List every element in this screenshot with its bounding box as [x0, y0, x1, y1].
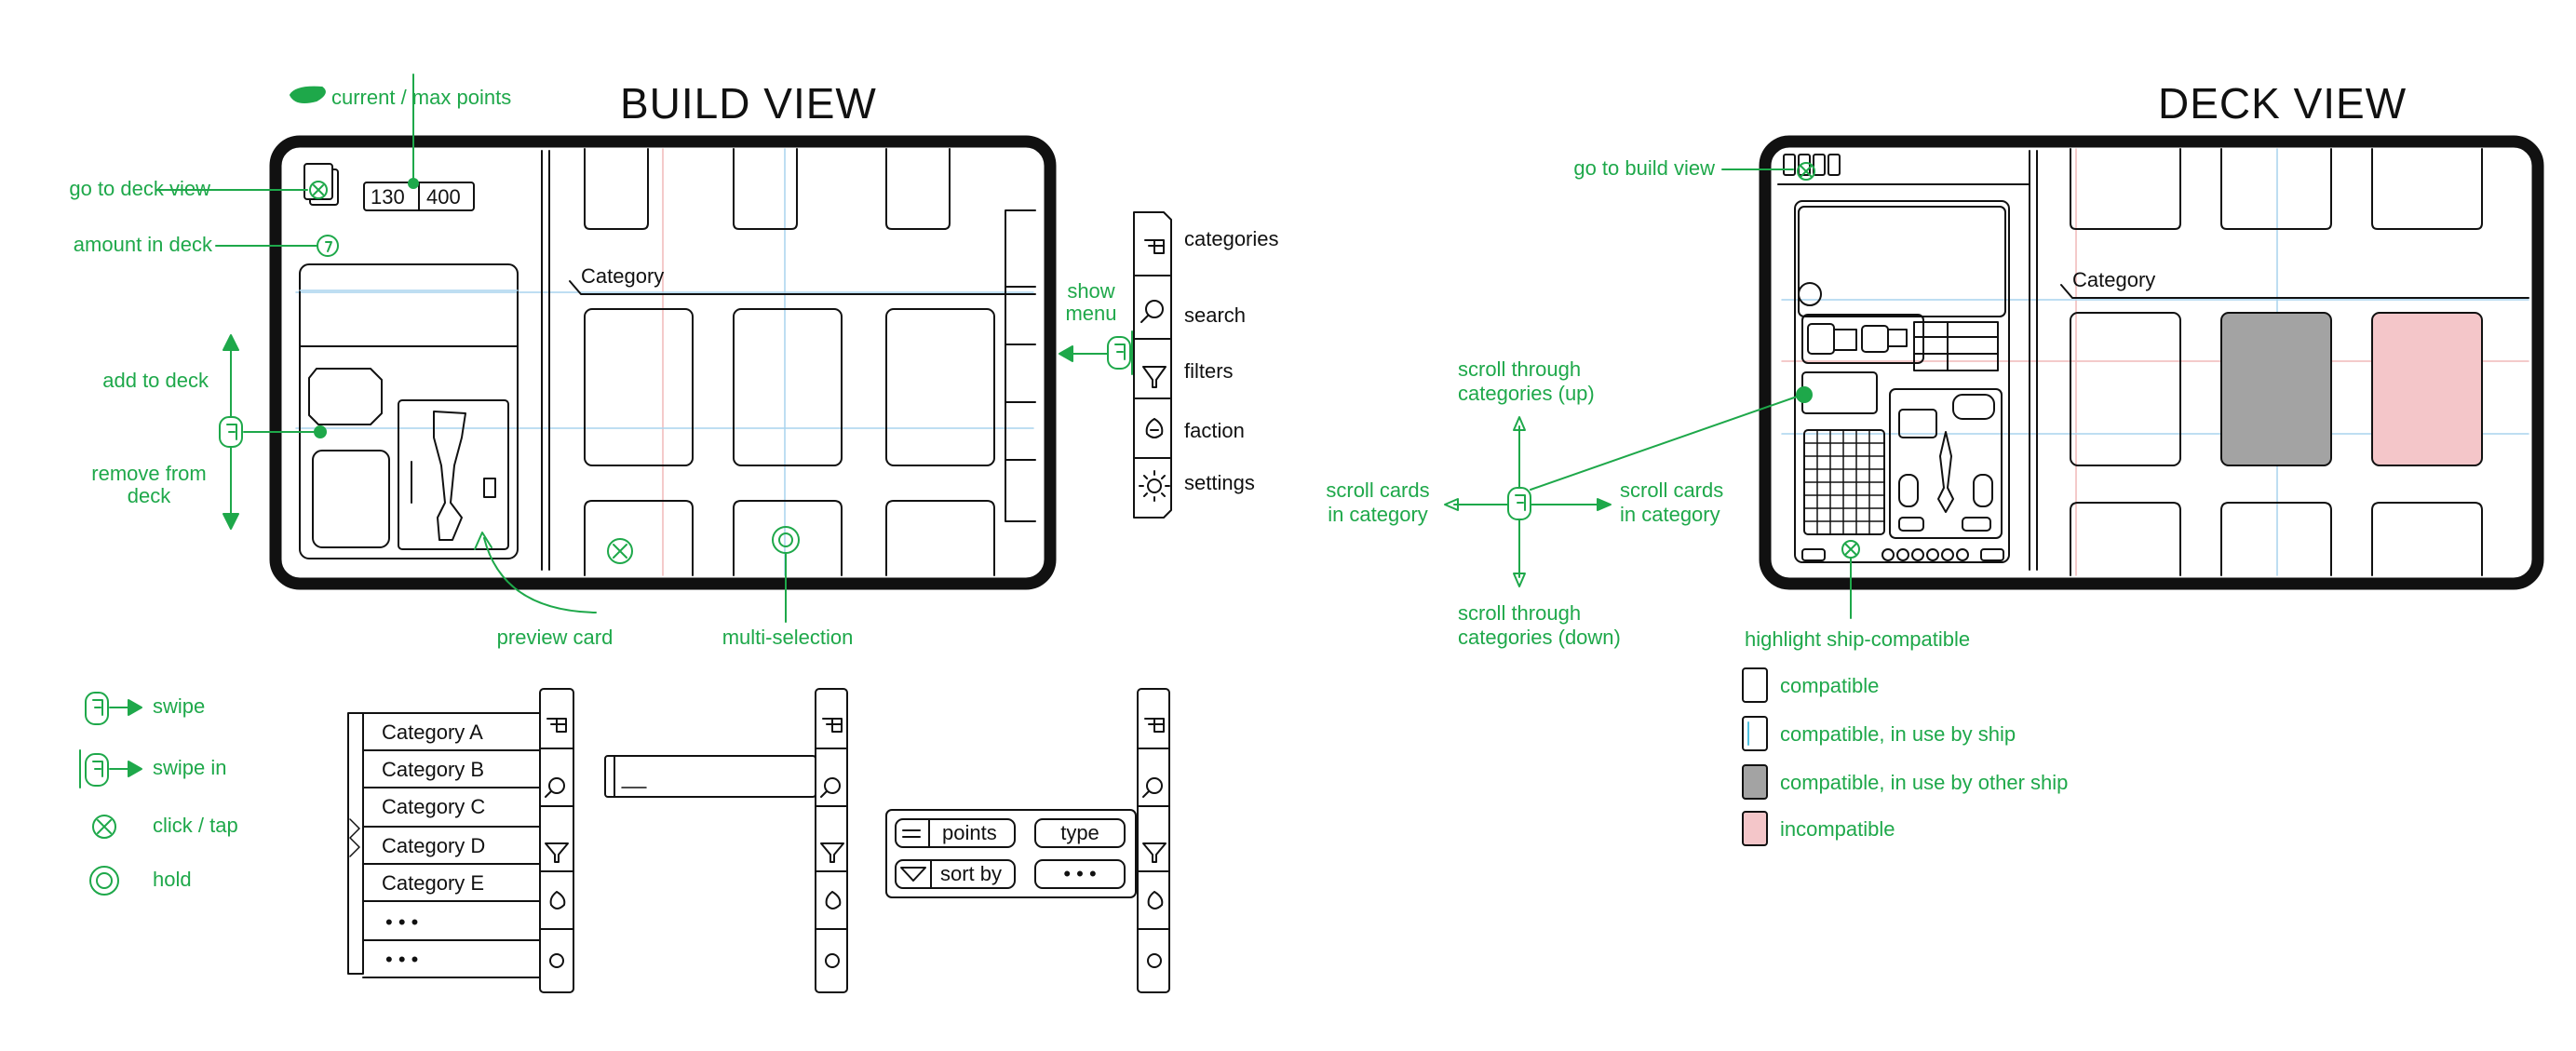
- go-to-build-view-label: go to build view: [1573, 156, 1715, 180]
- current-max-points-label: current / max points: [331, 86, 512, 109]
- search-state-sketch: [604, 688, 848, 993]
- category-list-item: Category A: [382, 721, 483, 744]
- deck-view-title: DECK VIEW: [2158, 79, 2407, 128]
- build-category-label: Category: [581, 264, 665, 288]
- remove-from-deck-label-2: deck: [127, 484, 171, 507]
- filter-more-label: • • •: [1063, 862, 1097, 885]
- compat-swatches: [1742, 667, 1768, 846]
- remove-from-deck-label-1: remove from: [91, 462, 207, 485]
- show-menu-label-1: show: [1067, 279, 1115, 303]
- multi-selection-label: multi-selection: [722, 626, 854, 649]
- category-list-item: Category C: [382, 795, 486, 818]
- scroll-left-label-1: scroll cards: [1326, 478, 1430, 502]
- scroll-left-label-2: in category: [1328, 503, 1428, 526]
- deck-view-device: [1759, 135, 2544, 590]
- category-list-item: Category B: [382, 758, 485, 781]
- legend-swipe: swipe: [153, 694, 206, 718]
- build-annotation-lines: [155, 74, 1133, 623]
- menu-item-categories: categories: [1184, 227, 1279, 250]
- build-menu-bar: [1133, 211, 1172, 519]
- filter-state-sketch: [885, 688, 1170, 993]
- scroll-right-label-1: scroll cards: [1620, 478, 1724, 502]
- go-to-deck-view-label: go to deck view: [69, 177, 210, 200]
- preview-card-label: preview card: [496, 626, 614, 649]
- scroll-down-label-2: categories (down): [1458, 626, 1621, 649]
- deck-category-label: Category: [2072, 268, 2156, 291]
- scroll-up-label-2: categories (up): [1458, 382, 1595, 405]
- filter-sort-by-label: sort by: [940, 862, 1003, 885]
- filter-points-label: points: [942, 821, 997, 844]
- legend-hold: hold: [153, 868, 192, 891]
- max-points-value: 400: [426, 185, 461, 209]
- compat-legend-label: compatible, in use by other ship: [1780, 771, 2069, 794]
- menu-item-settings: settings: [1184, 471, 1255, 494]
- compat-legend-label: incompatible: [1780, 817, 1895, 841]
- amount-in-deck-label: amount in deck: [73, 233, 212, 256]
- legend-swipe-in: swipe in: [153, 756, 227, 779]
- current-points-value: 130: [371, 185, 405, 209]
- gesture-legend-icons: [79, 692, 142, 896]
- category-list-item: • • •: [385, 948, 419, 971]
- add-to-deck-label: add to deck: [102, 369, 209, 392]
- menu-item-search: search: [1184, 303, 1247, 327]
- compat-legend-label: compatible, in use by ship: [1780, 722, 2016, 746]
- show-menu-label-2: menu: [1065, 302, 1117, 325]
- category-list-item: Category D: [382, 834, 486, 857]
- category-list-item: • • •: [385, 910, 419, 934]
- scroll-right-label-2: in category: [1620, 503, 1720, 526]
- compat-legend-label: compatible: [1780, 674, 1880, 697]
- highlight-ship-compatible-label: highlight ship-compatible: [1745, 627, 1971, 651]
- category-list-item: Category E: [382, 871, 485, 895]
- legend-click-tap: click / tap: [153, 814, 238, 837]
- menu-item-filters: filters: [1184, 359, 1234, 383]
- menu-item-faction: faction: [1184, 419, 1245, 442]
- scroll-down-label-1: scroll through: [1458, 601, 1582, 625]
- scroll-up-label-1: scroll through: [1458, 357, 1582, 381]
- build-view-title: BUILD VIEW: [620, 79, 877, 128]
- filter-type-label: type: [1060, 821, 1099, 844]
